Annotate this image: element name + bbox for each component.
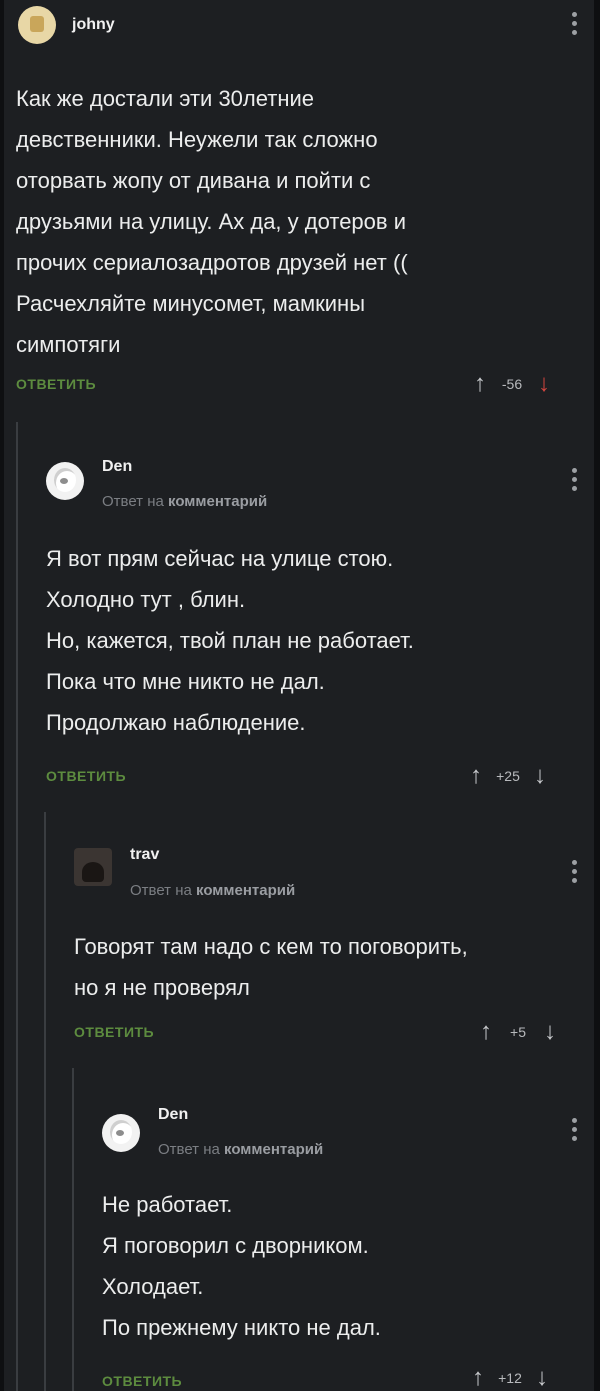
reply-button[interactable]: ОТВЕТИТЬ bbox=[46, 768, 126, 784]
comment-score: +5 bbox=[510, 1024, 526, 1040]
comment-body: Как же достали эти 30летние девственники… bbox=[16, 86, 408, 357]
upvote-icon[interactable]: ↑ bbox=[480, 1020, 492, 1044]
thread-line bbox=[72, 1068, 74, 1391]
reply-to-prefix: Ответ на bbox=[102, 493, 164, 510]
upvote-icon[interactable]: ↑ bbox=[474, 372, 486, 396]
avatar[interactable] bbox=[46, 462, 84, 500]
comment-username[interactable]: johny bbox=[72, 16, 115, 34]
reply-to-link[interactable]: комментарий bbox=[224, 1141, 323, 1158]
thread-line bbox=[16, 422, 18, 1391]
reply-button[interactable]: ОТВЕТИТЬ bbox=[102, 1373, 182, 1389]
more-options-icon[interactable] bbox=[572, 1118, 578, 1144]
avatar[interactable] bbox=[102, 1114, 140, 1152]
comment-body: Говорят там надо с кем то поговорить, но… bbox=[74, 934, 468, 1000]
downvote-icon[interactable]: ↓ bbox=[534, 764, 546, 788]
comment-score: +12 bbox=[498, 1370, 522, 1386]
more-options-icon[interactable] bbox=[572, 860, 578, 886]
reply-to-info: Ответ на комментарий bbox=[102, 493, 267, 510]
more-options-icon[interactable] bbox=[572, 12, 578, 38]
vote-controls: ↑ -56 ↓ bbox=[474, 372, 550, 396]
reply-to-prefix: Ответ на bbox=[130, 882, 192, 899]
comment-score: -56 bbox=[501, 376, 523, 392]
vote-controls: ↑ +5 ↓ bbox=[480, 1020, 556, 1044]
comment-username[interactable]: Den bbox=[102, 458, 132, 476]
downvote-icon[interactable]: ↓ bbox=[536, 1366, 548, 1390]
upvote-icon[interactable]: ↑ bbox=[470, 764, 482, 788]
vote-controls: ↑ +25 ↓ bbox=[470, 764, 546, 788]
upvote-icon[interactable]: ↑ bbox=[472, 1366, 484, 1390]
screen-border-left bbox=[0, 0, 4, 1391]
downvote-icon[interactable]: ↓ bbox=[538, 372, 550, 396]
avatar[interactable] bbox=[18, 6, 56, 44]
comment-username[interactable]: Den bbox=[158, 1106, 188, 1124]
reply-button[interactable]: ОТВЕТИТЬ bbox=[16, 376, 96, 392]
comment-score: +25 bbox=[496, 768, 520, 784]
reply-to-info: Ответ на комментарий bbox=[130, 882, 295, 899]
reply-to-link[interactable]: комментарий bbox=[168, 493, 267, 510]
more-options-icon[interactable] bbox=[572, 468, 578, 494]
vote-controls: ↑ +12 ↓ bbox=[472, 1366, 548, 1390]
downvote-icon[interactable]: ↓ bbox=[544, 1020, 556, 1044]
comment-username[interactable]: trav bbox=[130, 846, 159, 864]
reply-to-info: Ответ на комментарий bbox=[158, 1141, 323, 1158]
avatar[interactable] bbox=[74, 848, 112, 886]
reply-to-link[interactable]: комментарий bbox=[196, 882, 295, 899]
comment-body: Не работает. Я поговорил с дворником. Хо… bbox=[102, 1192, 381, 1340]
reply-to-prefix: Ответ на bbox=[158, 1141, 220, 1158]
screen-border-right bbox=[594, 0, 600, 1391]
comment-body: Я вот прям сейчас на улице стою. Холодно… bbox=[46, 546, 414, 735]
reply-button[interactable]: ОТВЕТИТЬ bbox=[74, 1024, 154, 1040]
thread-line bbox=[44, 812, 46, 1391]
